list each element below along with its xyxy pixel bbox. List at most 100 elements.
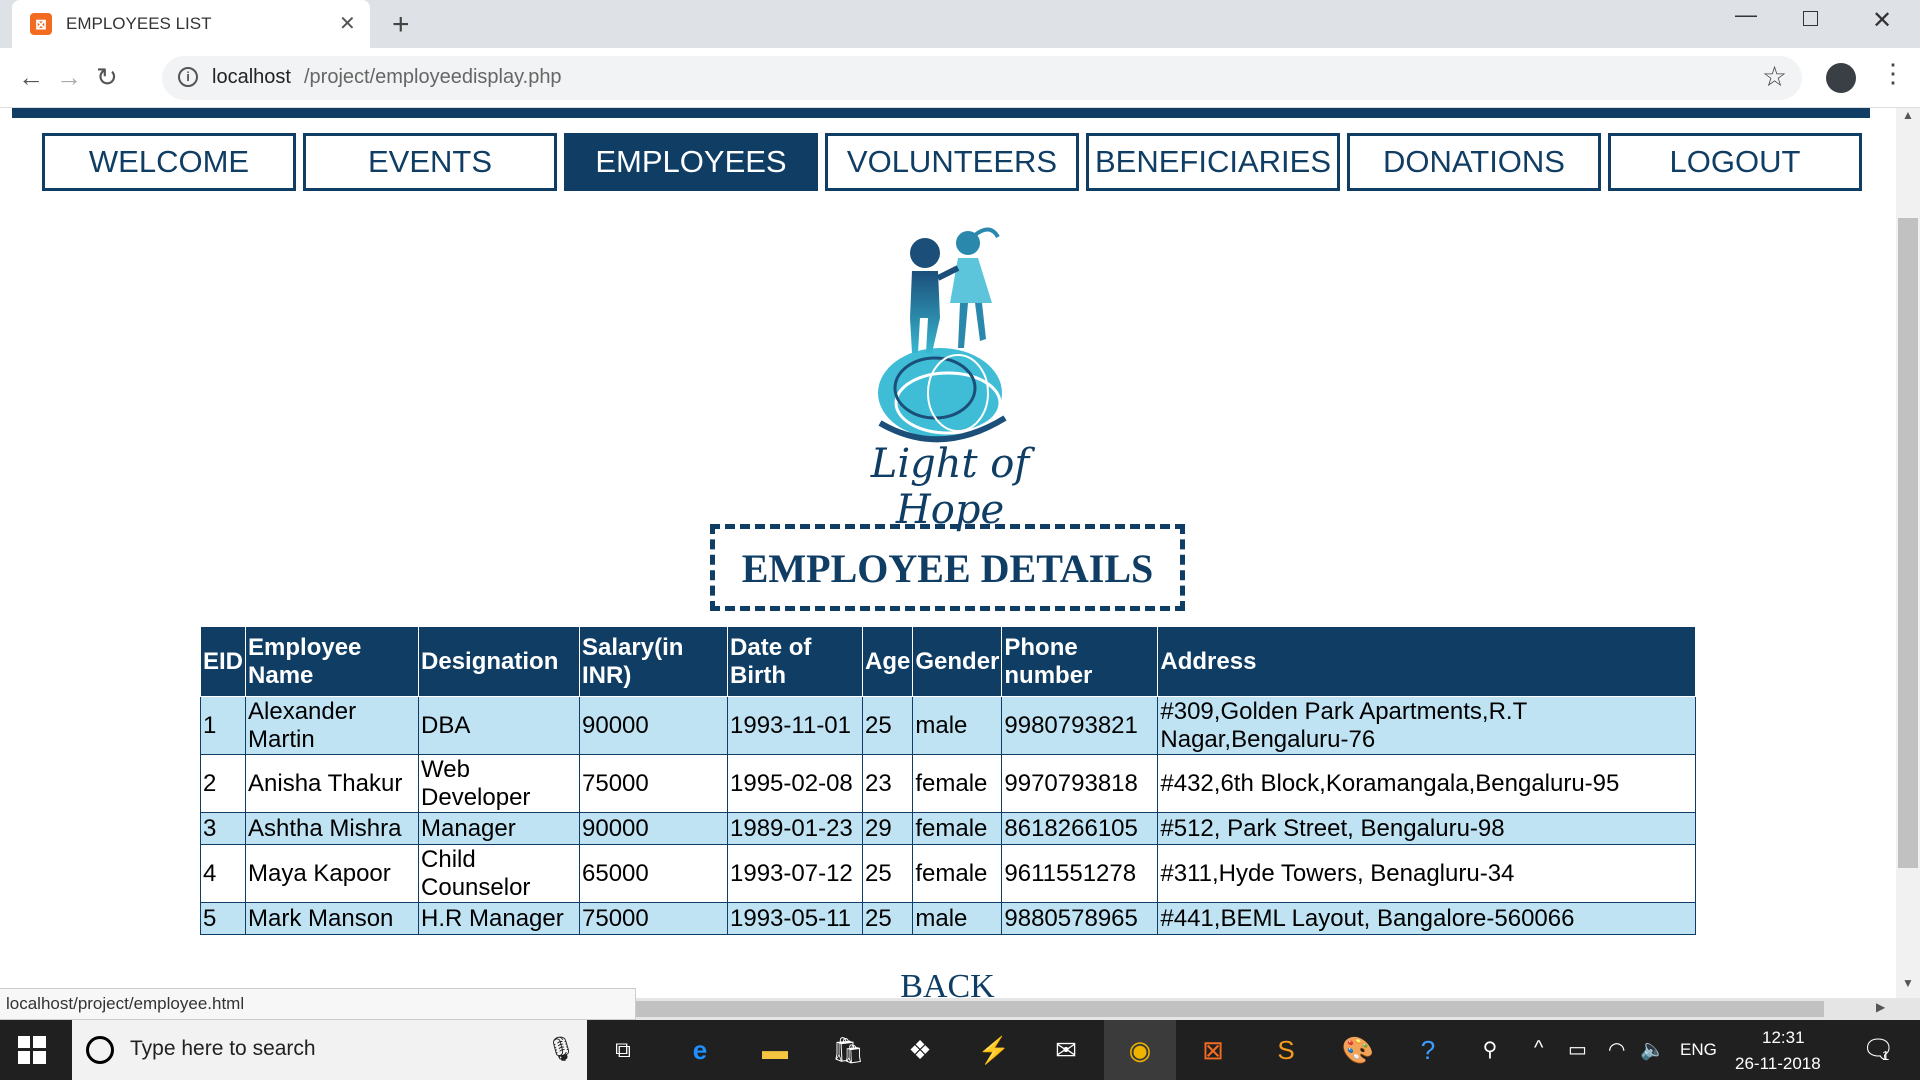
reload-icon[interactable]: ↻ [96,62,118,93]
bookmark-star-icon[interactable]: ☆ [1762,60,1787,93]
col-header-name: Employee Name [245,626,420,697]
col-header-gender: Gender [912,626,1003,697]
nav-employees[interactable]: EMPLOYEES [564,133,818,191]
microphone-icon[interactable]: 🎙 [546,1035,576,1064]
cell-eid: 5 [199,902,247,935]
browser-tab-strip: ⊠ EMPLOYEES LIST ✕ + — ✕ [0,0,1920,48]
scroll-down-icon[interactable]: ▼ [1902,976,1914,990]
cell-name: Maya Kapoor [245,844,420,903]
file-explorer-icon[interactable]: ▬ [757,1032,793,1068]
cell-phone: 9611551278 [1001,844,1159,903]
cell-dob: 1993-11-01 [727,696,864,755]
chrome-icon[interactable]: ◉ [1122,1032,1158,1068]
cell-dob: 1993-07-12 [727,844,864,903]
nav-welcome[interactable]: WELCOME [42,133,296,191]
heading-box: EMPLOYEE DETAILS [710,524,1185,611]
cell-gender: male [912,902,1003,935]
minimize-icon[interactable]: — [1735,2,1757,28]
cell-salary: 75000 [579,754,729,813]
table-header-row: EID Employee Name Designation Salary(in … [199,626,1696,697]
nav-donations[interactable]: DONATIONS [1347,133,1601,191]
taskbar-search[interactable]: Type here to search 🎙 [72,1020,587,1080]
cell-dob: 1995-02-08 [727,754,864,813]
nav-volunteers[interactable]: VOLUNTEERS [825,133,1079,191]
table-row: 4 Maya Kapoor Child Counselor 65000 1993… [199,844,1696,903]
cell-designation: Web Developer [418,754,581,813]
cell-phone: 9880578965 [1001,902,1159,935]
wifi-icon[interactable]: ◠ [1608,1037,1625,1062]
vertical-scrollbar[interactable]: ▲ ▼ [1896,108,1920,998]
vertical-scroll-thumb[interactable] [1898,218,1918,868]
cell-eid: 2 [199,754,247,813]
notification-count: 1 [1882,1048,1890,1063]
new-tab-icon[interactable]: + [392,8,410,42]
main-nav: WELCOME EVENTS EMPLOYEES VOLUNTEERS BENE… [42,133,1862,191]
table-row: 3 Ashtha Mishra Manager 90000 1989-01-23… [199,812,1696,845]
table-row: 1 Alexander Martin DBA 90000 1993-11-01 … [199,696,1696,755]
help-icon[interactable]: ? [1410,1032,1446,1068]
store-icon[interactable]: 🛍 [830,1032,866,1068]
dropbox-icon[interactable]: ❖ [902,1032,938,1068]
col-header-eid: EID [199,626,247,697]
url-bar[interactable]: i localhost /project/employeedisplay.php… [162,56,1802,100]
header-bar [12,108,1870,118]
logo-text: Light of Hope [870,441,1030,533]
cell-gender: female [912,844,1003,903]
forward-arrow-icon[interactable]: → [56,62,82,93]
cell-age: 25 [862,902,914,935]
cell-salary: 90000 [579,696,729,755]
vscode-icon[interactable]: ⚡ [976,1032,1012,1068]
close-window-icon[interactable]: ✕ [1872,6,1892,35]
close-tab-icon[interactable]: ✕ [339,11,356,36]
tray-chevron-icon[interactable]: ^ [1534,1037,1543,1060]
cell-eid: 3 [199,812,247,845]
profile-avatar[interactable] [1826,63,1856,93]
cell-address: #512, Park Street, Bengaluru-98 [1157,812,1696,845]
taskbar: Type here to search 🎙 ⧉ e ▬ 🛍 ❖ ⚡ ✉ ◉ ⊠ … [0,1020,1920,1080]
back-arrow-icon[interactable]: ← [18,62,44,93]
cell-dob: 1993-05-11 [727,902,864,935]
horizontal-scroll-thumb[interactable] [636,1001,1824,1017]
paint-icon[interactable]: 🎨 [1340,1032,1376,1068]
xampp-icon: ⊠ [30,13,52,35]
maximize-icon[interactable] [1803,11,1818,26]
scroll-up-icon[interactable]: ▲ [1902,108,1914,122]
cell-gender: female [912,754,1003,813]
edge-icon[interactable]: e [682,1032,718,1068]
col-header-age: Age [862,626,914,697]
language-indicator[interactable]: ENG [1680,1040,1717,1060]
volume-icon[interactable]: 🔈 [1640,1037,1665,1062]
table-row: 5 Mark Manson H.R Manager 75000 1993-05-… [199,902,1696,935]
cell-age: 29 [862,812,914,845]
cell-phone: 8618266105 [1001,812,1159,845]
clock-time[interactable]: 12:31 [1762,1028,1805,1048]
browser-menu-icon[interactable]: ⋮ [1880,58,1906,89]
mail-icon[interactable]: ✉ [1048,1032,1084,1068]
cell-age: 25 [862,844,914,903]
status-url-tooltip: localhost/project/employee.html [0,988,636,1020]
xampp-icon[interactable]: ⊠ [1195,1032,1231,1068]
notification-icon[interactable]: 🗨 [1862,1034,1895,1065]
nav-events[interactable]: EVENTS [303,133,557,191]
battery-icon[interactable]: ▭ [1568,1037,1587,1062]
people-icon[interactable]: ⚲ [1472,1032,1508,1068]
cell-salary: 65000 [579,844,729,903]
cell-name: Ashtha Mishra [245,812,420,845]
info-icon[interactable]: i [178,67,198,87]
clock-date[interactable]: 26-11-2018 [1735,1054,1821,1074]
nav-logout[interactable]: LOGOUT [1608,133,1862,191]
table-row: 2 Anisha Thakur Web Developer 75000 1995… [199,754,1696,813]
cell-salary: 90000 [579,812,729,845]
browser-tab[interactable]: ⊠ EMPLOYEES LIST ✕ [12,0,370,48]
nav-beneficiaries[interactable]: BENEFICIARIES [1086,133,1340,191]
scroll-right-icon[interactable]: ▶ [1876,1000,1885,1014]
logo: Light of Hope [840,223,1060,533]
cell-salary: 75000 [579,902,729,935]
sublime-icon[interactable]: S [1268,1032,1304,1068]
cell-dob: 1989-01-23 [727,812,864,845]
windows-start-icon[interactable] [18,1036,46,1064]
task-view-icon[interactable]: ⧉ [605,1032,641,1068]
horizontal-scrollbar[interactable]: ▶ [636,998,1920,1020]
cell-eid: 4 [199,844,247,903]
cell-designation: H.R Manager [418,902,581,935]
